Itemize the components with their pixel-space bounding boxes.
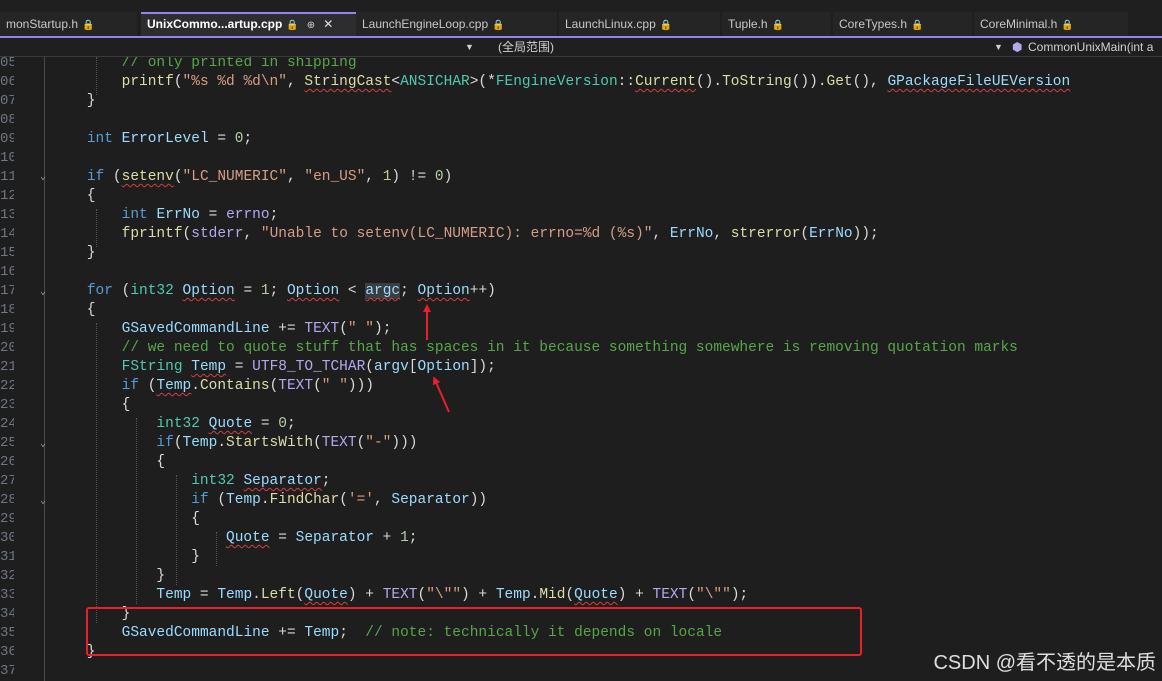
function-cube-icon: ⬢ bbox=[1012, 40, 1023, 54]
code-line: } bbox=[52, 568, 166, 584]
line-number: 27 bbox=[0, 473, 14, 489]
code-line: } bbox=[52, 549, 200, 565]
tab-launchengineloop-cpp[interactable]: LaunchEngineLoop.cpp 🔒 bbox=[356, 12, 557, 36]
line-number: 28 bbox=[0, 492, 14, 508]
tab-label: CoreMinimal.h bbox=[980, 17, 1058, 31]
code-line: printf("%s %d %d\n", StringCast<ANSICHAR… bbox=[121, 74, 1071, 90]
line-number: 29 bbox=[0, 511, 14, 527]
document-tab-bar: monStartup.h 🔒 UnixCommo...artup.cpp 🔒 ⊕ ✕ L… bbox=[0, 0, 1162, 36]
tab-label: monStartup.h bbox=[6, 17, 79, 31]
tab-unixcommonstartup-cpp[interactable]: UnixCommo...artup.cpp 🔒 ⊕ ✕ bbox=[141, 12, 357, 36]
code-line: int ErrNo = errno; bbox=[121, 207, 279, 223]
close-icon[interactable]: ✕ bbox=[323, 17, 333, 31]
pin-icon[interactable]: ⊕ bbox=[307, 20, 315, 31]
line-number: 07 bbox=[0, 93, 14, 109]
fold-toggle-icon[interactable] bbox=[38, 435, 48, 454]
line-number: 23 bbox=[0, 397, 14, 413]
line-number: 08 bbox=[0, 112, 14, 128]
line-number: 24 bbox=[0, 416, 14, 432]
chevron-down-icon[interactable]: ▼ bbox=[994, 38, 1003, 57]
code-line: // only printed in shipping bbox=[121, 57, 357, 71]
code-line: { bbox=[52, 397, 131, 413]
tab-label: LaunchEngineLoop.cpp bbox=[362, 17, 489, 31]
code-line: // we need to quote stuff that has space… bbox=[121, 340, 1018, 356]
code-line: { bbox=[52, 511, 200, 527]
outline-margin bbox=[44, 57, 45, 681]
line-number: 13 bbox=[0, 207, 14, 223]
lock-icon: 🔒 bbox=[286, 20, 299, 31]
scope-dropdown[interactable]: (全局范围) bbox=[498, 38, 554, 57]
function-dropdown[interactable]: CommonUnixMain(int a bbox=[1028, 38, 1153, 57]
line-number: 11 bbox=[0, 169, 14, 185]
navigation-bar: ▼ (全局范围) ▼ ⬢ CommonUnixMain(int a bbox=[0, 36, 1162, 57]
code-line: if (Temp.FindChar('=', Separator)) bbox=[191, 492, 488, 508]
code-editor[interactable]: 05 06 07 08 09 10 11 12 13 14 15 16 17 18 19 20 21 22 23 24… bbox=[0, 57, 1162, 681]
tab-label: LaunchLinux.cpp bbox=[565, 17, 656, 31]
line-number: 21 bbox=[0, 359, 14, 375]
line-number: 35 bbox=[0, 625, 14, 641]
tab-tuple-h[interactable]: Tuple.h 🔒 bbox=[722, 12, 831, 36]
code-line: } bbox=[52, 93, 96, 109]
code-line: GSavedCommandLine += TEXT(" "); bbox=[121, 321, 392, 337]
code-line: fprintf(stderr, "Unable to setenv(LC_NUM… bbox=[121, 226, 879, 242]
code-line: FString Temp = UTF8_TO_TCHAR(argv[Option… bbox=[121, 359, 496, 375]
code-line: { bbox=[52, 302, 96, 318]
line-number: 30 bbox=[0, 530, 14, 546]
line-number: 20 bbox=[0, 340, 14, 356]
line-number: 37 bbox=[0, 663, 14, 679]
code-line: Quote = Separator + 1; bbox=[226, 530, 418, 546]
lock-icon: 🔒 bbox=[659, 20, 673, 31]
line-number: 26 bbox=[0, 454, 14, 470]
line-number: 33 bbox=[0, 587, 14, 603]
code-line: if (Temp.Contains(TEXT(" "))) bbox=[121, 378, 375, 394]
fold-toggle-icon[interactable]: ⌄ bbox=[38, 168, 48, 187]
lock-icon: 🔒 bbox=[911, 20, 924, 31]
fold-toggle-icon[interactable]: ⌄ bbox=[38, 283, 48, 302]
code-line: int32 Separator; bbox=[191, 473, 331, 489]
chevron-down-icon[interactable]: ▼ bbox=[465, 38, 474, 57]
lock-icon: 🔒 bbox=[771, 20, 785, 31]
code-line: } bbox=[52, 245, 96, 261]
line-number: 25 bbox=[0, 435, 14, 451]
code-line: Temp = Temp.Left(Quote) + TEXT("\"") + T… bbox=[156, 587, 749, 603]
code-line: { bbox=[52, 188, 96, 204]
code-line: { bbox=[52, 454, 166, 470]
line-number: 09 bbox=[0, 131, 14, 147]
line-number: 17 bbox=[0, 283, 14, 299]
line-number: 19 bbox=[0, 321, 14, 337]
tab-label: Tuple.h bbox=[728, 17, 768, 31]
tab-launchlinux-cpp[interactable]: LaunchLinux.cpp 🔒 bbox=[559, 12, 720, 36]
code-line: int ErrorLevel = 0; bbox=[86, 131, 253, 147]
code-line: if(Temp.StartsWith(TEXT("-"))) bbox=[156, 435, 418, 451]
line-number: 15 bbox=[0, 245, 14, 261]
line-number: 05 bbox=[0, 57, 14, 71]
tab-label: UnixCommo...artup.cpp bbox=[147, 17, 283, 31]
tab-monstartup-h[interactable]: monStartup.h 🔒 bbox=[0, 12, 137, 36]
line-number: 12 bbox=[0, 188, 14, 204]
line-number: 36 bbox=[0, 644, 14, 660]
lock-icon: 🔒 bbox=[1061, 20, 1074, 31]
annotation-highlight-box bbox=[86, 607, 862, 656]
fold-toggle-icon[interactable]: ⌄ bbox=[38, 492, 48, 511]
line-number: 14 bbox=[0, 226, 14, 242]
code-line: int32 Quote = 0; bbox=[156, 416, 296, 432]
line-number: 32 bbox=[0, 568, 14, 584]
line-number: 22 bbox=[0, 378, 14, 394]
tab-coreminimal-h[interactable]: CoreMinimal.h 🔒 bbox=[974, 12, 1128, 36]
line-number: 16 bbox=[0, 264, 14, 280]
tab-label: CoreTypes.h bbox=[839, 17, 908, 31]
line-number: 06 bbox=[0, 74, 14, 90]
line-number: 10 bbox=[0, 150, 14, 166]
line-number: 34 bbox=[0, 606, 14, 622]
code-line: if (setenv("LC_NUMERIC", "en_US", 1) != … bbox=[86, 169, 453, 185]
lock-icon: 🔒 bbox=[82, 20, 95, 31]
tab-coretypes-h[interactable]: CoreTypes.h 🔒 bbox=[833, 12, 972, 36]
line-number: 18 bbox=[0, 302, 14, 318]
code-line: for (int32 Option = 1; Option < argc; Op… bbox=[86, 283, 496, 299]
line-number: 31 bbox=[0, 549, 14, 565]
lock-icon: 🔒 bbox=[492, 20, 505, 31]
watermark: CSDN @看不透的是本质 bbox=[933, 652, 1156, 674]
